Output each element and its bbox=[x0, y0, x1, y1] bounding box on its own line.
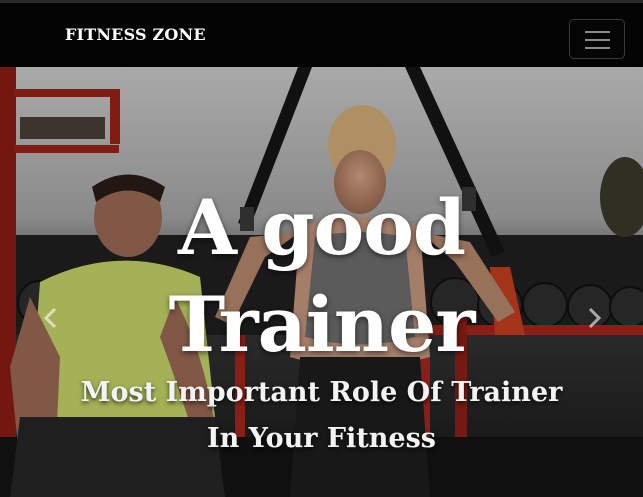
hamburger-menu-icon bbox=[585, 31, 610, 33]
chevron-left-icon bbox=[43, 307, 57, 329]
hero-subtitle-line1: Most Important Role Of Trainer bbox=[80, 377, 563, 408]
hamburger-menu-icon-bottom bbox=[585, 47, 610, 49]
hero-title-line1: A good bbox=[177, 183, 466, 272]
navbar-toggle-button[interactable] bbox=[569, 19, 625, 59]
navbar: FITNESS ZONE bbox=[0, 3, 643, 67]
hero-subtitle-line2: In Your Fitness bbox=[207, 423, 436, 454]
chevron-right-icon bbox=[588, 307, 602, 329]
hero-title-line2: Trainer bbox=[168, 280, 476, 369]
hamburger-menu-icon-middle bbox=[585, 39, 610, 41]
brand-logo[interactable]: FITNESS ZONE bbox=[65, 3, 206, 67]
carousel-prev-button[interactable] bbox=[38, 305, 64, 331]
carousel-next-button[interactable] bbox=[581, 305, 607, 331]
hero-carousel: A good Trainer Most Important Role Of Tr… bbox=[0, 67, 643, 497]
